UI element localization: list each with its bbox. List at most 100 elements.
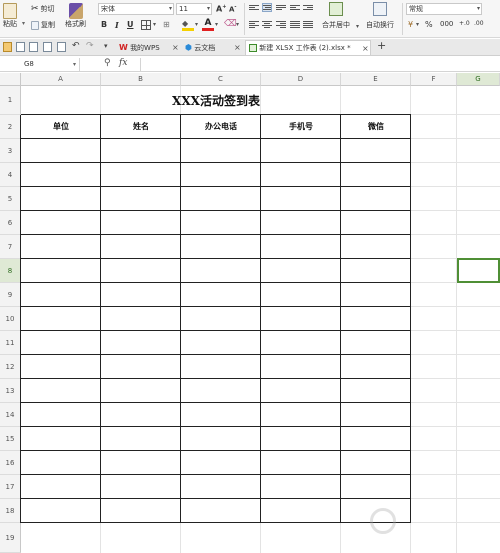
row-header-6[interactable]: 6: [0, 211, 21, 235]
table-hline: [21, 402, 411, 403]
close-icon[interactable]: ×: [172, 40, 179, 55]
percent-icon[interactable]: %: [425, 20, 433, 29]
align-right-icon[interactable]: [276, 20, 286, 29]
indent-decrease-icon[interactable]: [290, 4, 300, 13]
align-bottom-icon[interactable]: [276, 4, 286, 13]
row-header-3[interactable]: 3: [0, 139, 21, 163]
row-header-12[interactable]: 12: [0, 355, 21, 379]
column-header-F[interactable]: F: [411, 73, 457, 86]
align-center-icon[interactable]: [262, 20, 272, 29]
save-icon[interactable]: [16, 42, 25, 52]
ribbon-divider: [244, 3, 245, 35]
column-header-C[interactable]: C: [181, 73, 261, 86]
row-header-2[interactable]: 2: [0, 115, 21, 139]
table-header-cell[interactable]: 办公电话: [181, 115, 261, 139]
column-header-A[interactable]: A: [21, 73, 101, 86]
close-icon[interactable]: ×: [234, 40, 241, 55]
tab-active-workbook[interactable]: 新建 XLSX 工作表 (2).xlsx * ×: [245, 40, 371, 55]
export-pdf-icon[interactable]: [29, 42, 38, 52]
underline-button[interactable]: U: [127, 20, 134, 29]
table-header-cell[interactable]: 单位: [21, 115, 101, 139]
more-dropdown-icon[interactable]: ▾: [104, 42, 108, 50]
active-cell-G8[interactable]: [457, 258, 500, 283]
paste-dropdown-icon[interactable]: ▾: [22, 20, 25, 27]
align-left-icon[interactable]: [249, 20, 259, 29]
row-header-17[interactable]: 17: [0, 475, 21, 499]
chevron-down-icon[interactable]: ▾: [236, 21, 239, 28]
number-format-select[interactable]: 常规 ▾: [406, 3, 482, 15]
format-painter-button[interactable]: 格式刷: [65, 3, 86, 29]
tab-my-wps[interactable]: W 我的WPS ×: [116, 40, 180, 55]
name-box[interactable]: G8 ▾: [0, 58, 80, 71]
redo-icon[interactable]: ↷: [86, 41, 94, 51]
align-top-icon[interactable]: [249, 4, 259, 13]
format-painter-icon: [68, 3, 83, 19]
row-header-14[interactable]: 14: [0, 403, 21, 427]
row-header-4[interactable]: 4: [0, 163, 21, 187]
print-icon[interactable]: [43, 42, 52, 52]
row-header-8[interactable]: 8: [0, 259, 21, 283]
table-hline: [21, 474, 411, 475]
table-header-cell[interactable]: 姓名: [101, 115, 181, 139]
row-header-19[interactable]: 19: [0, 523, 21, 553]
decrease-font-icon[interactable]: A-: [229, 4, 237, 13]
thousands-separator-icon[interactable]: 000: [440, 20, 453, 28]
insert-function-button[interactable]: fx: [119, 58, 127, 68]
font-name-select[interactable]: 宋体 ▾: [98, 3, 174, 15]
font-size-select[interactable]: 11 ▾: [176, 3, 212, 15]
tab-cloud-docs[interactable]: ⬢ 云文档 ×: [182, 40, 244, 55]
row-header-13[interactable]: 13: [0, 379, 21, 403]
font-color-button[interactable]: A: [202, 18, 214, 31]
new-tab-plus-icon[interactable]: +: [377, 39, 386, 52]
table-header-cell[interactable]: 手机号: [261, 115, 341, 139]
row-header-16[interactable]: 16: [0, 451, 21, 475]
row-header-10[interactable]: 10: [0, 307, 21, 331]
row-header-9[interactable]: 9: [0, 283, 21, 307]
zoom-search-icon[interactable]: ⚲: [104, 58, 111, 68]
column-header-B[interactable]: B: [101, 73, 181, 86]
bold-button[interactable]: B: [101, 20, 107, 29]
print-preview-icon[interactable]: [57, 42, 66, 52]
select-all-corner[interactable]: [0, 73, 21, 86]
chevron-down-icon[interactable]: ▾: [195, 21, 198, 28]
increase-font-icon[interactable]: A+: [216, 4, 226, 14]
undo-icon[interactable]: ↶: [72, 41, 80, 51]
row-header-15[interactable]: 15: [0, 427, 21, 451]
chevron-down-icon[interactable]: ▾: [215, 21, 218, 28]
justify-icon[interactable]: [290, 20, 300, 29]
chevron-down-icon[interactable]: ▾: [356, 23, 359, 30]
indent-increase-icon[interactable]: [303, 4, 313, 13]
formula-input[interactable]: [140, 58, 500, 71]
row-header-5[interactable]: 5: [0, 187, 21, 211]
table-hline: [21, 282, 411, 283]
sheet-title-cell[interactable]: XXX活动签到表: [21, 87, 411, 115]
border-icon[interactable]: [141, 20, 151, 30]
table-header-cell[interactable]: 微信: [341, 115, 411, 139]
column-header-G[interactable]: G: [457, 73, 500, 86]
close-icon[interactable]: ×: [362, 41, 369, 56]
chevron-down-icon[interactable]: ▾: [416, 21, 419, 28]
row-header-11[interactable]: 11: [0, 331, 21, 355]
currency-icon[interactable]: ¥: [408, 20, 413, 29]
column-header-E[interactable]: E: [341, 73, 411, 86]
copy-button[interactable]: 复制: [31, 20, 55, 30]
italic-button[interactable]: I: [115, 20, 119, 30]
merge-center-button[interactable]: 合并居中: [322, 2, 350, 30]
clear-format-icon[interactable]: ⌫: [224, 19, 237, 29]
distributed-align-icon[interactable]: [303, 20, 313, 29]
row-header-7[interactable]: 7: [0, 235, 21, 259]
increase-decimal-icon[interactable]: +.0: [459, 20, 470, 27]
row-header-1[interactable]: 1: [0, 86, 21, 115]
column-header-D[interactable]: D: [261, 73, 341, 86]
merge-cells-icon[interactable]: ⊞: [163, 20, 170, 29]
chevron-down-icon[interactable]: ▾: [153, 21, 156, 28]
table-vline: [20, 115, 21, 523]
row-header-18[interactable]: 18: [0, 499, 21, 523]
decrease-decimal-icon[interactable]: .00: [474, 20, 484, 27]
align-middle-icon[interactable]: [262, 3, 272, 12]
fill-color-button[interactable]: ◆: [182, 19, 194, 31]
paste-button[interactable]: 粘贴: [3, 3, 17, 29]
wrap-text-button[interactable]: 自动换行: [366, 2, 394, 30]
open-folder-icon[interactable]: [3, 42, 12, 52]
cut-button[interactable]: ✂ 剪切: [31, 4, 55, 14]
